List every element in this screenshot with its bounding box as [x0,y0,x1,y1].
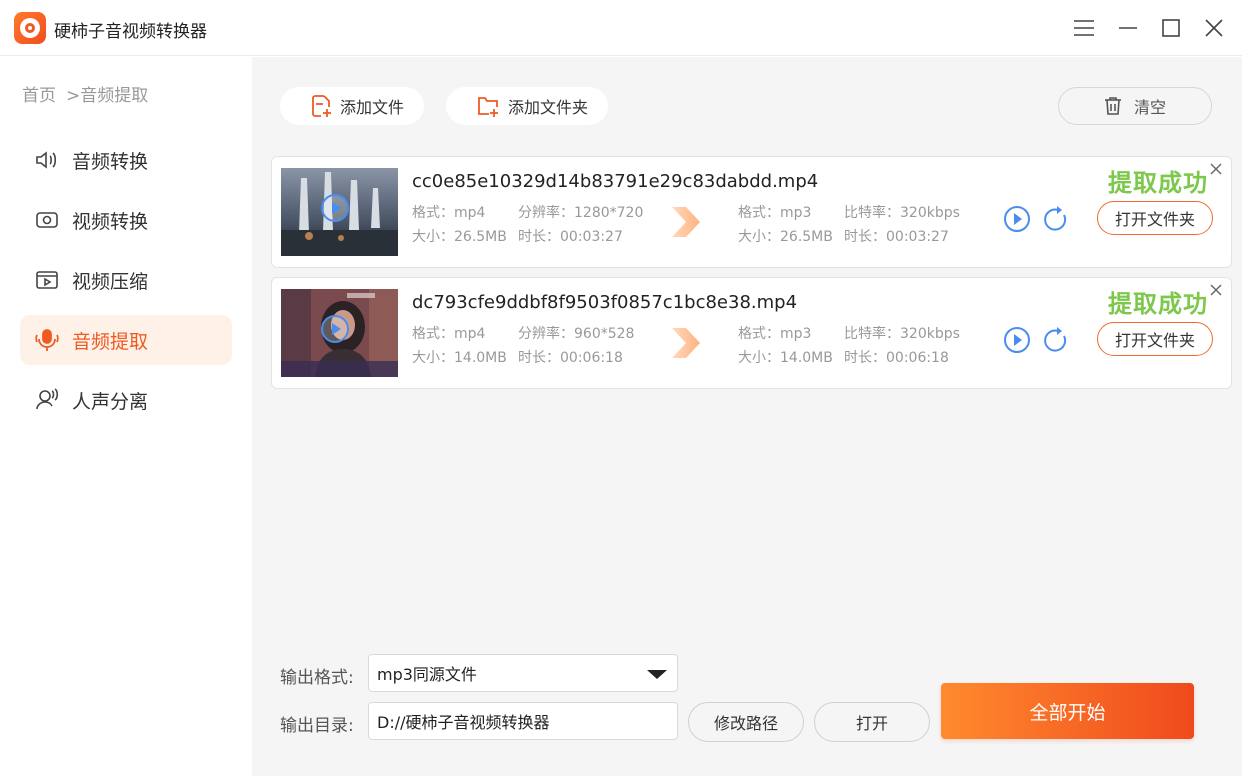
video-convert-icon [34,207,60,233]
sidebar-item-video-compress[interactable]: 视频压缩 [20,255,232,305]
add-folder-icon [476,94,500,118]
breadcrumb-current: >音频提取 [66,86,149,106]
arrow-right-icon [670,207,702,241]
file-name: cc0e85e10329d14b83791e29c83dabdd.mp4 [412,171,819,192]
src-size: 大小：26.5MB [412,229,507,245]
src-resolution: 分辨率：960*528 [518,326,635,342]
clear-button[interactable]: 清空 [1058,87,1212,125]
dst-size: 大小：26.5MB [738,229,833,245]
video-thumbnail[interactable] [281,289,398,377]
refresh-icon[interactable] [1042,205,1070,233]
sidebar: 首页 >音频提取 音频转换 视频转换 视频压缩 音频提取 人声分离 [0,57,252,776]
clear-label: 清空 [1133,98,1166,117]
output-dir-value: D://硬柿子音视频转换器 [377,713,550,732]
sidebar-item-label: 视频转换 [72,210,149,233]
add-folder-button[interactable]: 添加文件夹 [446,87,609,125]
audio-convert-icon [34,147,60,173]
sidebar-item-audio-convert[interactable]: 音频转换 [20,135,232,185]
change-path-button[interactable]: 修改路径 [688,702,804,742]
output-format-label: 输出格式: [280,668,354,688]
sidebar-item-label: 音频提取 [72,330,149,353]
src-format: 格式：mp4 [412,205,486,221]
file-name: dc793cfe9ddbf8f9503f0857c1bc8e38.mp4 [412,292,798,313]
breadcrumb-home[interactable]: 首页 [22,86,56,106]
file-card: dc793cfe9ddbf8f9503f0857c1bc8e38.mp4 格式：… [271,277,1232,389]
breadcrumb: 首页 >音频提取 [22,81,158,106]
src-duration: 时长：00:06:18 [518,350,623,366]
sidebar-item-label: 视频压缩 [72,270,149,293]
sidebar-item-label: 人声分离 [72,390,149,413]
src-resolution: 分辨率：1280*720 [518,205,644,221]
add-file-icon [310,94,332,118]
play-circle-icon[interactable] [1003,205,1031,233]
title-bar: 硬柿子音视频转换器 [0,0,1242,56]
add-file-button[interactable]: 添加文件 [280,87,425,125]
maximize-icon[interactable] [1157,14,1185,42]
menu-icon[interactable] [1070,14,1098,42]
file-card: cc0e85e10329d14b83791e29c83dabdd.mp4 格式：… [271,156,1232,268]
sidebar-item-audio-extract[interactable]: 音频提取 [20,315,232,365]
open-folder-button[interactable]: 打开文件夹 [1097,201,1213,235]
app-logo-icon [14,12,46,44]
output-format-select[interactable]: mp3同源文件 [368,654,678,692]
audio-extract-icon [34,327,60,353]
arrow-right-icon [670,328,702,362]
dst-format: 格式：mp3 [738,205,812,221]
play-circle-icon[interactable] [1003,326,1031,354]
add-file-label: 添加文件 [340,98,405,117]
close-icon[interactable] [1200,14,1228,42]
output-dir-label: 输出目录: [280,716,354,736]
voice-separate-icon [34,387,60,413]
play-icon [321,315,349,343]
refresh-icon[interactable] [1042,326,1070,354]
play-icon [321,194,349,222]
status-badge: 提取成功 [1108,169,1208,197]
dst-bitrate: 比特率：320kbps [844,205,960,221]
add-folder-label: 添加文件夹 [508,98,589,117]
sidebar-item-video-convert[interactable]: 视频转换 [20,195,232,245]
src-size: 大小：14.0MB [412,350,507,366]
dst-format: 格式：mp3 [738,326,812,342]
open-dir-button[interactable]: 打开 [814,702,930,742]
output-format-value: mp3同源文件 [377,665,477,684]
sidebar-item-voice-separate[interactable]: 人声分离 [20,375,232,425]
status-badge: 提取成功 [1108,290,1208,318]
main-panel: 添加文件 添加文件夹 清空 cc0e85e10329d14b83791e29c8… [252,57,1242,776]
dst-size: 大小：14.0MB [738,350,833,366]
dst-duration: 时长：00:06:18 [844,350,949,366]
start-all-button[interactable]: 全部开始 [941,683,1194,739]
remove-file-icon[interactable] [1208,282,1224,298]
chevron-down-icon [647,670,667,679]
video-compress-icon [34,267,60,293]
video-thumbnail[interactable] [281,168,398,256]
open-folder-button[interactable]: 打开文件夹 [1097,322,1213,356]
src-duration: 时长：00:03:27 [518,229,623,245]
dst-duration: 时长：00:03:27 [844,229,949,245]
app-title: 硬柿子音视频转换器 [54,22,207,42]
output-dir-field[interactable]: D://硬柿子音视频转换器 [368,702,678,740]
minimize-icon[interactable] [1114,14,1142,42]
remove-file-icon[interactable] [1208,161,1224,177]
dst-bitrate: 比特率：320kbps [844,326,960,342]
trash-icon [1104,96,1122,116]
sidebar-item-label: 音频转换 [72,150,149,173]
src-format: 格式：mp4 [412,326,486,342]
